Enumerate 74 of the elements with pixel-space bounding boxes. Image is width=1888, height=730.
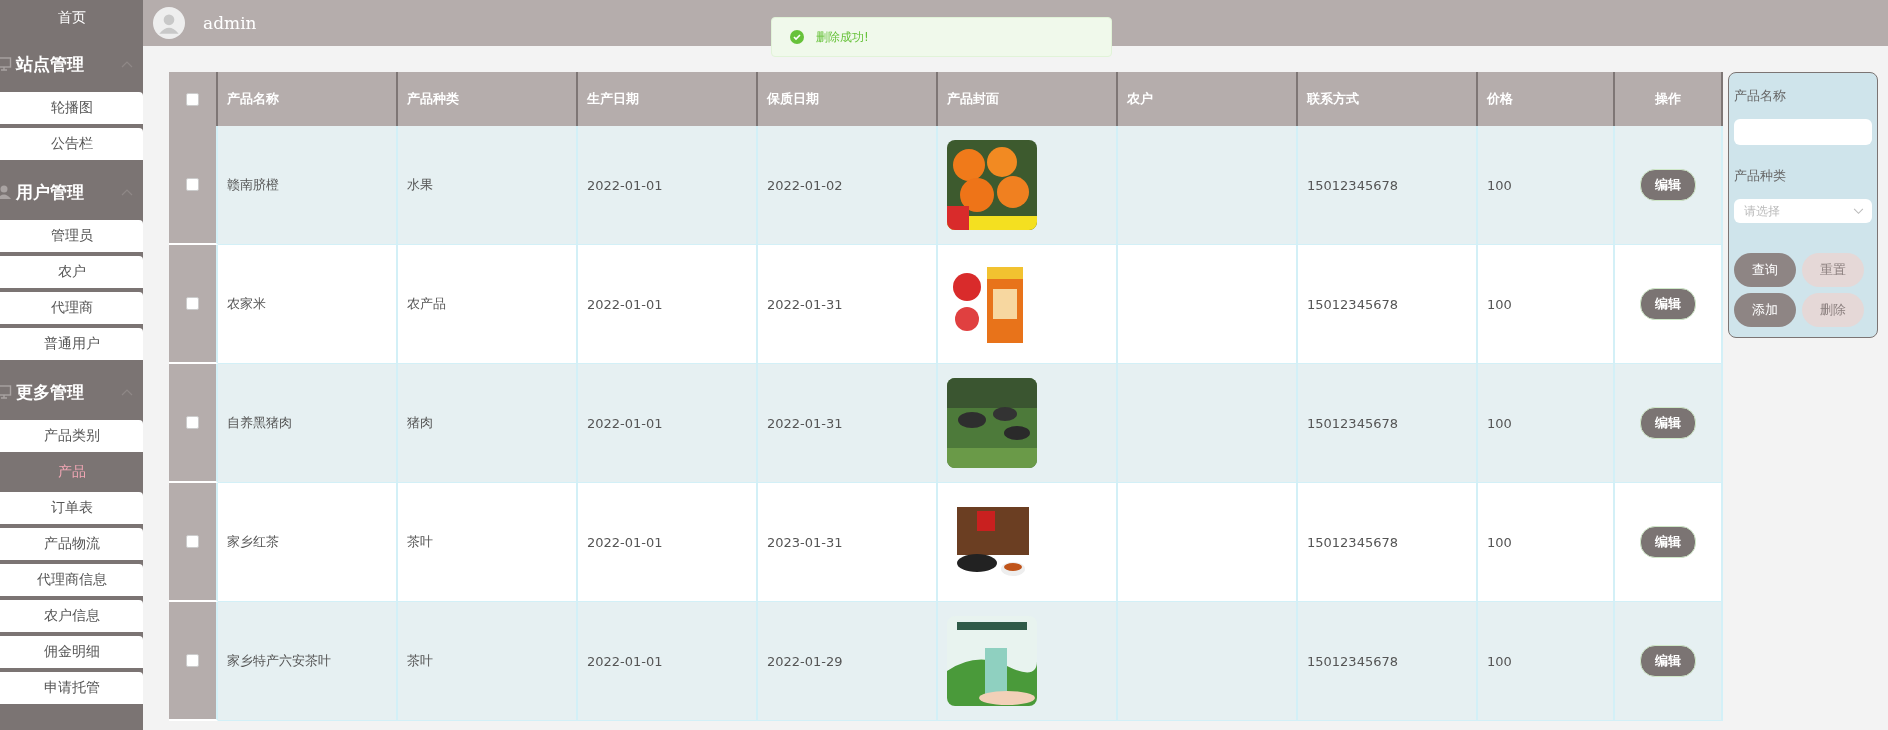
table-cell: 100 bbox=[1487, 177, 1512, 193]
table-cell: 15012345678 bbox=[1307, 177, 1398, 193]
table-cell: 100 bbox=[1487, 296, 1512, 312]
sidebar-item[interactable]: 轮播图 bbox=[0, 92, 143, 124]
edit-button[interactable]: 编辑 bbox=[1640, 526, 1696, 558]
table-cell: 家乡红茶 bbox=[227, 533, 279, 551]
table-cell: 100 bbox=[1487, 534, 1512, 550]
table-cell: 猪肉 bbox=[407, 414, 433, 432]
table-cell: 15012345678 bbox=[1307, 534, 1398, 550]
sidebar-link[interactable]: 首页 bbox=[0, 0, 143, 36]
table-cell: 水果 bbox=[407, 176, 433, 194]
avatar-icon bbox=[153, 7, 185, 39]
field-label: 产品名称 bbox=[1734, 87, 1787, 105]
sidebar-group[interactable]: 更多管理 bbox=[0, 364, 143, 420]
table-cell: 15012345678 bbox=[1307, 415, 1398, 431]
row-checkbox[interactable] bbox=[186, 535, 199, 548]
sidebar-item[interactable]: 代理商 bbox=[0, 292, 143, 324]
panel-button[interactable]: 查询 bbox=[1734, 253, 1796, 287]
sidebar-item[interactable]: 普通用户 bbox=[0, 328, 143, 360]
success-icon bbox=[790, 30, 804, 44]
table-cell: 农产品 bbox=[407, 295, 446, 313]
sidebar-item[interactable]: 申请托管 bbox=[0, 672, 143, 704]
sidebar-group[interactable]: 站点管理 bbox=[0, 36, 143, 92]
table-cell: 2022-01-29 bbox=[767, 653, 843, 669]
input-field[interactable] bbox=[1734, 119, 1872, 145]
table-cell: 赣南脐橙 bbox=[227, 176, 279, 194]
table-cell: 2023-01-31 bbox=[767, 534, 843, 550]
edit-button[interactable]: 编辑 bbox=[1640, 288, 1696, 320]
table-cell: 茶叶 bbox=[407, 533, 433, 551]
chevron-down-icon bbox=[1853, 207, 1864, 215]
sidebar-item[interactable]: 管理员 bbox=[0, 220, 143, 252]
table-cell: 自养黑猪肉 bbox=[227, 414, 292, 432]
table-cell: 家乡特产六安茶叶 bbox=[227, 652, 331, 670]
sidebar-item[interactable]: 产品物流 bbox=[0, 528, 143, 560]
table-cell: 15012345678 bbox=[1307, 653, 1398, 669]
sidebar-item[interactable]: 农户 bbox=[0, 256, 143, 288]
sidebar-item[interactable]: 公告栏 bbox=[0, 128, 143, 160]
sidebar-item[interactable]: 产品类别 bbox=[0, 420, 143, 452]
monitor-icon bbox=[0, 384, 12, 400]
table-cell: 100 bbox=[1487, 415, 1512, 431]
sidebar-group[interactable]: 用户管理 bbox=[0, 164, 143, 220]
row-checkbox[interactable] bbox=[186, 297, 199, 310]
table-cell: 100 bbox=[1487, 653, 1512, 669]
table-cell: 茶叶 bbox=[407, 652, 433, 670]
edit-button[interactable]: 编辑 bbox=[1640, 169, 1696, 201]
row-checkbox[interactable] bbox=[186, 178, 199, 191]
field-label: 产品种类 bbox=[1734, 167, 1787, 185]
toast-text: 删除成功! bbox=[816, 28, 869, 46]
table-cell: 15012345678 bbox=[1307, 296, 1398, 312]
table-cell: 2022-01-01 bbox=[587, 296, 663, 312]
sidebar-item[interactable]: 订单表 bbox=[0, 492, 143, 524]
sidebar-item[interactable]: 农户信息 bbox=[0, 600, 143, 632]
row-checkbox[interactable] bbox=[186, 654, 199, 667]
row-checkbox[interactable] bbox=[186, 416, 199, 429]
table-cell: 2022-01-02 bbox=[767, 177, 843, 193]
table-cell: 农家米 bbox=[227, 295, 266, 313]
table-cell: 2022-01-01 bbox=[587, 534, 663, 550]
monitor-icon bbox=[0, 56, 12, 72]
table-cell: 2022-01-31 bbox=[767, 296, 843, 312]
panel-button[interactable]: 添加 bbox=[1734, 293, 1796, 327]
group-label: 站点管理 bbox=[16, 52, 85, 76]
select-all-checkbox[interactable] bbox=[186, 92, 199, 106]
table-cell: 2022-01-01 bbox=[587, 415, 663, 431]
username: admin bbox=[203, 13, 257, 33]
edit-button[interactable]: 编辑 bbox=[1640, 645, 1696, 677]
group-label: 更多管理 bbox=[16, 380, 85, 404]
table-cell: 2022-01-01 bbox=[587, 177, 663, 193]
sidebar-item[interactable]: 代理商信息 bbox=[0, 564, 143, 596]
edit-button[interactable]: 编辑 bbox=[1640, 407, 1696, 439]
user-icon bbox=[0, 184, 12, 200]
sidebar-item[interactable]: 佣金明细 bbox=[0, 636, 143, 668]
table-cell: 2022-01-31 bbox=[767, 415, 843, 431]
table-cell: 2022-01-01 bbox=[587, 653, 663, 669]
group-label: 用户管理 bbox=[16, 180, 85, 204]
